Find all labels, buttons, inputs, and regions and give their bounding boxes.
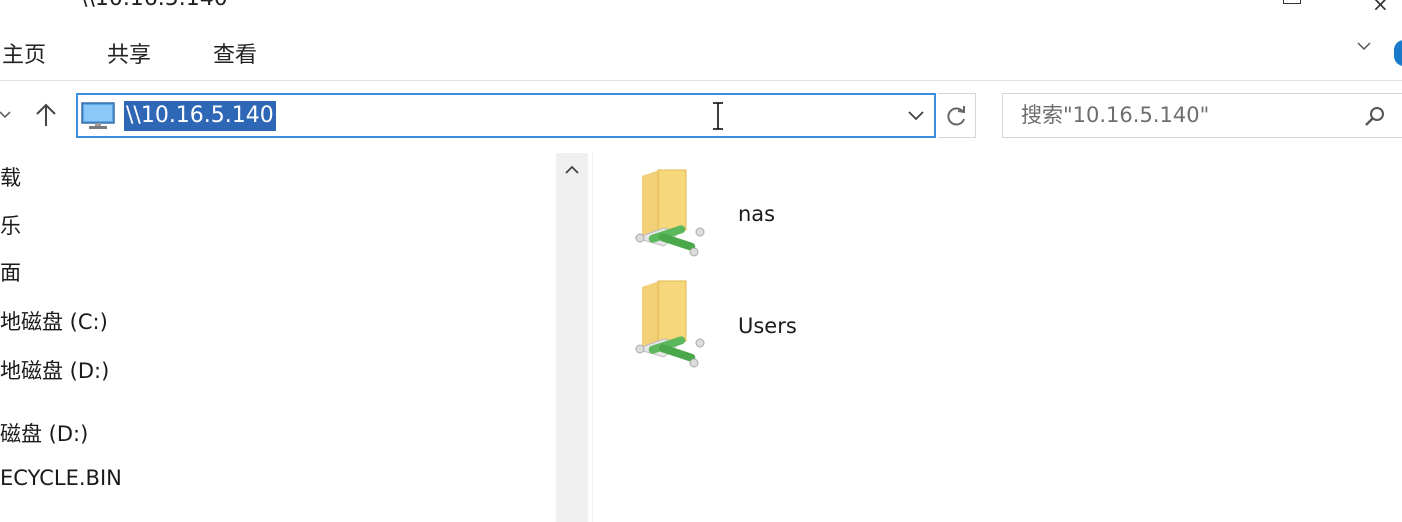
maximize-icon[interactable] [1283, 0, 1301, 4]
text-cursor-icon [713, 102, 723, 130]
nav-item-desktop[interactable]: 面 [0, 257, 21, 287]
search-box[interactable]: 搜索"10.16.5.140" [1002, 93, 1402, 138]
address-bar[interactable]: \\10.16.5.140 [76, 93, 936, 138]
folder-item[interactable]: nas [630, 166, 830, 266]
title-bar: \\10.16.5.140 × [0, 0, 1402, 10]
search-icon[interactable] [1363, 105, 1387, 129]
nav-scrollbar[interactable] [556, 153, 588, 522]
ribbon-divider [0, 80, 1402, 81]
nav-item-disk-d[interactable]: 磁盘 (D:) [0, 418, 88, 448]
scroll-up-arrow-icon[interactable] [565, 165, 579, 175]
address-dropdown-icon[interactable] [906, 109, 926, 123]
computer-icon [81, 102, 115, 129]
help-icon[interactable] [1394, 40, 1402, 66]
nav-item-recycle-bin[interactable]: ECYCLE.BIN [0, 466, 122, 490]
pane-divider [592, 153, 593, 522]
search-input[interactable]: 搜索"10.16.5.140" [1021, 100, 1209, 130]
network-share-folder-icon [634, 280, 705, 368]
close-icon[interactable]: × [1372, 0, 1389, 10]
nav-item-local-disk-c[interactable]: 地磁盘 (C:) [0, 306, 108, 336]
folder-item[interactable]: Users [630, 277, 850, 377]
tab-view[interactable]: 查看 [213, 37, 257, 69]
refresh-button[interactable] [938, 93, 976, 138]
up-arrow-icon[interactable] [32, 100, 60, 130]
nav-item-downloads[interactable]: 载 [0, 162, 21, 192]
ribbon-expand-chevron-icon[interactable] [1356, 38, 1372, 54]
ribbon: 主页 共享 查看 [0, 10, 1402, 80]
folder-name[interactable]: nas [738, 202, 775, 226]
recent-locations-chevron-icon[interactable] [0, 100, 14, 130]
address-path[interactable]: \\10.16.5.140 [124, 101, 276, 131]
refresh-icon [947, 106, 965, 126]
nav-item-music[interactable]: 乐 [0, 210, 21, 240]
network-share-folder-icon [634, 169, 705, 257]
nav-item-local-disk-d[interactable]: 地磁盘 (D:) [0, 355, 109, 385]
window-title: \\10.16.5.140 [80, 0, 228, 10]
tab-home[interactable]: 主页 [2, 37, 46, 69]
folder-name[interactable]: Users [738, 314, 797, 338]
tab-share[interactable]: 共享 [107, 37, 151, 69]
